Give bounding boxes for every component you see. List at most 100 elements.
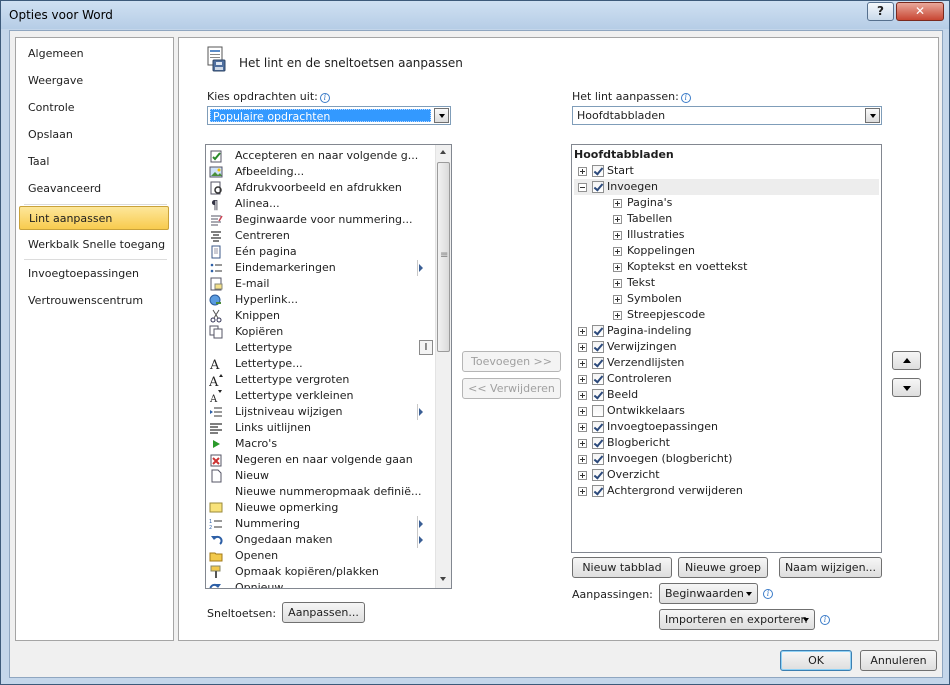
scroll-thumb[interactable]	[437, 162, 450, 352]
info-icon[interactable]: i	[820, 615, 830, 625]
list-item[interactable]: Beginwaarde voor nummering...	[207, 212, 418, 228]
tree-item[interactable]: Koppelingen	[574, 243, 879, 259]
tab-checkbox[interactable]	[592, 421, 604, 433]
tree-item[interactable]: Pagina-indeling	[574, 323, 879, 339]
ok-button[interactable]: OK	[780, 650, 852, 671]
scroll-up-icon[interactable]	[436, 145, 451, 160]
tree-item[interactable]: Invoegen (blogbericht)	[574, 451, 879, 467]
tree-item[interactable]: Verwijzingen	[574, 339, 879, 355]
tab-checkbox[interactable]	[592, 165, 604, 177]
list-item[interactable]: Eén pagina	[207, 244, 418, 260]
collapse-icon[interactable]	[578, 183, 587, 192]
new-tab-button[interactable]: Nieuw tabblad	[572, 557, 672, 578]
list-item[interactable]: Knippen	[207, 308, 418, 324]
customize-ribbon-dropdown[interactable]: Hoofdtabbladen	[572, 106, 882, 125]
tab-checkbox[interactable]	[592, 181, 604, 193]
tree-item[interactable]: Streepjescode	[574, 307, 879, 323]
expand-icon[interactable]	[613, 279, 622, 288]
nav-item-weergave[interactable]: Weergave	[17, 69, 170, 93]
list-item[interactable]: Links uitlijnen	[207, 420, 418, 436]
tab-checkbox[interactable]	[592, 453, 604, 465]
list-item[interactable]: Openen	[207, 548, 418, 564]
tree-item[interactable]: Achtergrond verwijderen	[574, 483, 879, 499]
expand-icon[interactable]	[578, 407, 587, 416]
tab-checkbox[interactable]	[592, 469, 604, 481]
tree-item[interactable]: Tekst	[574, 275, 879, 291]
info-icon[interactable]: i	[680, 93, 691, 103]
expand-icon[interactable]	[578, 471, 587, 480]
submenu-arrow-icon[interactable]	[419, 408, 423, 416]
nav-item-werkbalk-snelle-toegang[interactable]: Werkbalk Snelle toegang	[17, 233, 170, 257]
tree-item[interactable]: Controleren	[574, 371, 879, 387]
expand-icon[interactable]	[613, 231, 622, 240]
list-item[interactable]: Hyperlink...	[207, 292, 418, 308]
tab-checkbox[interactable]	[592, 437, 604, 449]
expand-icon[interactable]	[578, 439, 587, 448]
tree-item[interactable]: Symbolen	[574, 291, 879, 307]
list-item[interactable]: 1 2 Nummering	[207, 516, 423, 532]
list-item[interactable]: Lijstniveau wijzigen	[207, 404, 423, 420]
list-item[interactable]: Lettertype I	[207, 340, 433, 356]
submenu-arrow-icon[interactable]	[419, 520, 423, 528]
list-item[interactable]: Opnieuw	[207, 580, 418, 588]
tree-item[interactable]: Blogbericht	[574, 435, 879, 451]
tab-checkbox[interactable]	[592, 373, 604, 385]
nav-item-algemeen[interactable]: Algemeen	[17, 42, 170, 66]
commands-scrollbar[interactable]	[435, 145, 451, 588]
expand-icon[interactable]	[578, 359, 587, 368]
commands-list[interactable]: Accepteren en naar volgende g... Afbeeldi…	[205, 144, 452, 589]
list-item[interactable]: Nieuwe opmerking	[207, 500, 418, 516]
list-item[interactable]: Afbeelding...	[207, 164, 418, 180]
expand-icon[interactable]	[613, 295, 622, 304]
list-item[interactable]: Eindemarkeringen	[207, 260, 423, 276]
nav-item-opslaan[interactable]: Opslaan	[17, 123, 170, 147]
nav-item-invoegtoepassingen[interactable]: Invoegtoepassingen	[17, 262, 170, 286]
move-up-button[interactable]	[892, 351, 921, 370]
list-item[interactable]: Centreren	[207, 228, 418, 244]
font-box-icon[interactable]: I	[419, 340, 433, 355]
chevron-down-icon[interactable]	[434, 108, 449, 123]
expand-icon[interactable]	[613, 247, 622, 256]
tab-checkbox[interactable]	[592, 325, 604, 337]
submenu-arrow-icon[interactable]	[419, 264, 423, 272]
list-item[interactable]: Afdrukvoorbeeld en afdrukken	[207, 180, 418, 196]
close-button[interactable]: ✕	[896, 2, 944, 21]
tree-item[interactable]: Verzendlijsten	[574, 355, 879, 371]
expand-icon[interactable]	[578, 423, 587, 432]
add-button[interactable]: Toevoegen >>	[462, 351, 561, 372]
expand-icon[interactable]	[578, 375, 587, 384]
list-item[interactable]: Negeren en naar volgende gaan	[207, 452, 418, 468]
list-item[interactable]: Accepteren en naar volgende g...	[207, 148, 418, 164]
tree-item[interactable]: Invoegen	[574, 179, 879, 195]
expand-icon[interactable]	[578, 487, 587, 496]
nav-item-vertrouwenscentrum[interactable]: Vertrouwenscentrum	[17, 289, 170, 313]
rename-button[interactable]: Naam wijzigen...	[779, 557, 882, 578]
list-item[interactable]: A Lettertype...	[207, 356, 418, 372]
tab-checkbox[interactable]	[592, 485, 604, 497]
nav-item-geavanceerd[interactable]: Geavanceerd	[17, 177, 170, 201]
submenu-arrow-icon[interactable]	[419, 536, 423, 544]
tree-item[interactable]: Koptekst en voettekst	[574, 259, 879, 275]
nav-item-taal[interactable]: Taal	[17, 150, 170, 174]
remove-button[interactable]: << Verwijderen	[462, 378, 561, 399]
list-item[interactable]: Opmaak kopiëren/plakken	[207, 564, 418, 580]
tree-item[interactable]: Beeld	[574, 387, 879, 403]
customize-shortcuts-button[interactable]: Aanpassen...	[282, 602, 365, 623]
expand-icon[interactable]	[613, 311, 622, 320]
tree-item[interactable]: Invoegtoepassingen	[574, 419, 879, 435]
tab-checkbox[interactable]	[592, 357, 604, 369]
ribbon-tree[interactable]: Hoofdtabbladen Start Invoegen Pagina's Tabe…	[571, 144, 882, 553]
choose-commands-dropdown[interactable]: Populaire opdrachten	[207, 106, 451, 125]
list-item[interactable]: Macro's	[207, 436, 418, 452]
expand-icon[interactable]	[578, 167, 587, 176]
expand-icon[interactable]	[613, 215, 622, 224]
expand-icon[interactable]	[578, 391, 587, 400]
scroll-down-icon[interactable]	[436, 572, 451, 587]
list-item[interactable]: Nieuwe nummeropmaak definië...	[207, 484, 421, 500]
move-down-button[interactable]	[892, 378, 921, 397]
expand-icon[interactable]	[578, 455, 587, 464]
info-icon[interactable]: i	[763, 589, 773, 599]
tree-item[interactable]: Overzicht	[574, 467, 879, 483]
expand-icon[interactable]	[578, 327, 587, 336]
list-item[interactable]: Ongedaan maken	[207, 532, 423, 548]
